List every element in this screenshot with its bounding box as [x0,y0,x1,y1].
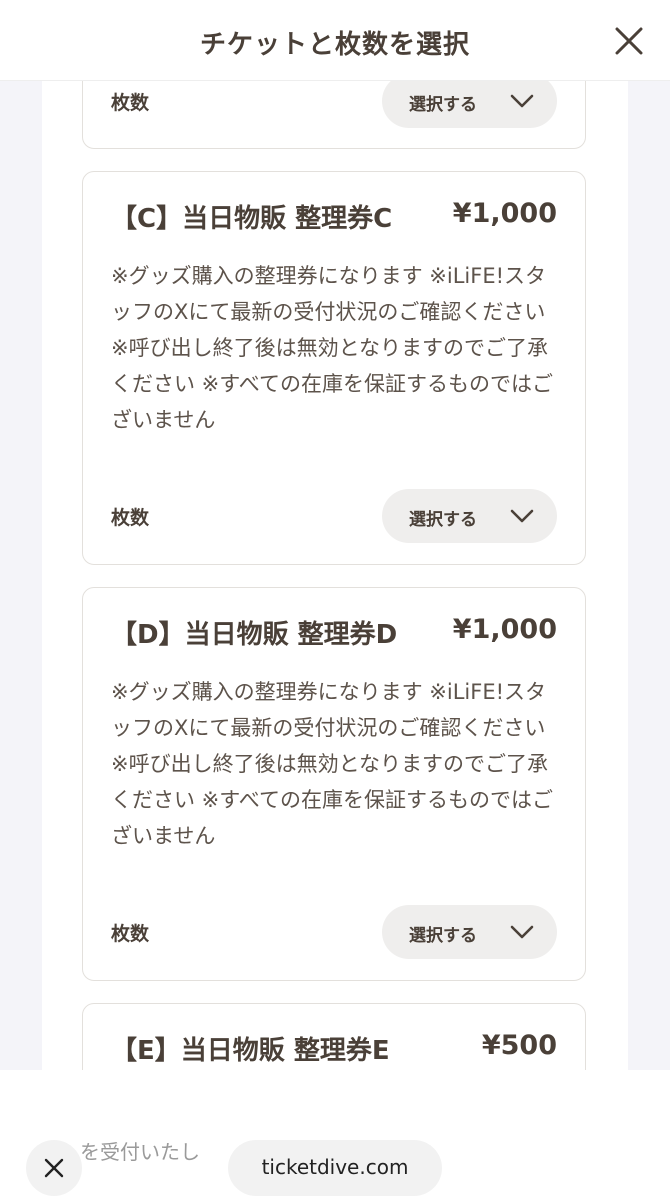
close-icon [44,1158,64,1178]
ticket-name: 【D】当日物販 整理券D [111,620,398,650]
quantity-row: 枚数 選択する [111,489,557,543]
page-title: チケットと枚数を選択 [199,30,470,60]
ticket-card-d: 【D】当日物販 整理券D ¥1,000 ※グッズ購入の整理券になります ※iLi… [82,587,586,981]
ticket-description: ※グッズ購入の整理券になります ※iLiFE!スタッフのXにて最新の受付状況のご… [111,264,553,432]
close-icon [615,27,643,55]
ticket-card-c: 【C】当日物販 整理券C ¥1,000 ※グッズ購入の整理券になります ※iLi… [82,171,586,565]
ticket-description: ※グッズ購入の整理券になります ※iLiFE!スタッフのXにて最新の受付状況のご… [111,680,553,848]
quantity-row: 枚数 選択する [111,80,557,128]
ticket-header: 【E】当日物販 整理券E ¥500 [111,1030,557,1066]
ticket-header: 【D】当日物販 整理券D ¥1,000 [111,614,557,650]
ticket-card: 枚数 選択する [82,80,586,149]
ticket-name: 【C】当日物販 整理券C [111,204,393,234]
quantity-label: 枚数 [111,507,150,529]
ticket-header: 【C】当日物販 整理券C ¥1,000 [111,198,557,234]
ticket-selection-page: チケットと枚数を選択 枚数 選択する 【C】当日物販 整理券C ¥1,000 ※… [0,0,670,1199]
browser-close-button[interactable] [26,1140,82,1196]
background-text: を受付いたし [80,1140,200,1164]
modal-header: チケットと枚数を選択 [0,0,670,81]
ticket-card-e: 【E】当日物販 整理券E ¥500 [82,1003,586,1070]
address-bar[interactable]: ticketdive.com [228,1140,442,1196]
quantity-row: 枚数 選択する [111,905,557,959]
quantity-select-label: 選択する [409,95,477,115]
chevron-down-icon [510,509,534,523]
quantity-select-label: 選択する [409,926,477,946]
quantity-label: 枚数 [111,92,150,114]
ticket-list[interactable]: 枚数 選択する 【C】当日物販 整理券C ¥1,000 ※グッズ購入の整理券にな… [42,80,628,1070]
close-button[interactable] [614,26,644,56]
quantity-label: 枚数 [111,923,150,945]
url-text: ticketdive.com [261,1155,409,1179]
backdrop-left [0,80,42,1070]
ticket-price: ¥500 [481,1030,557,1061]
backdrop-right [628,80,670,1070]
chevron-down-icon [510,94,534,108]
browser-bottom-bar: を受付いたし ticketdive.com [0,1070,670,1199]
quantity-select[interactable]: 選択する [382,80,557,128]
quantity-select[interactable]: 選択する [382,489,557,543]
quantity-select[interactable]: 選択する [382,905,557,959]
ticket-name: 【E】当日物販 整理券E [111,1036,390,1066]
chevron-down-icon [510,925,534,939]
quantity-select-label: 選択する [409,510,477,530]
ticket-price: ¥1,000 [452,614,557,645]
ticket-price: ¥1,000 [452,198,557,229]
